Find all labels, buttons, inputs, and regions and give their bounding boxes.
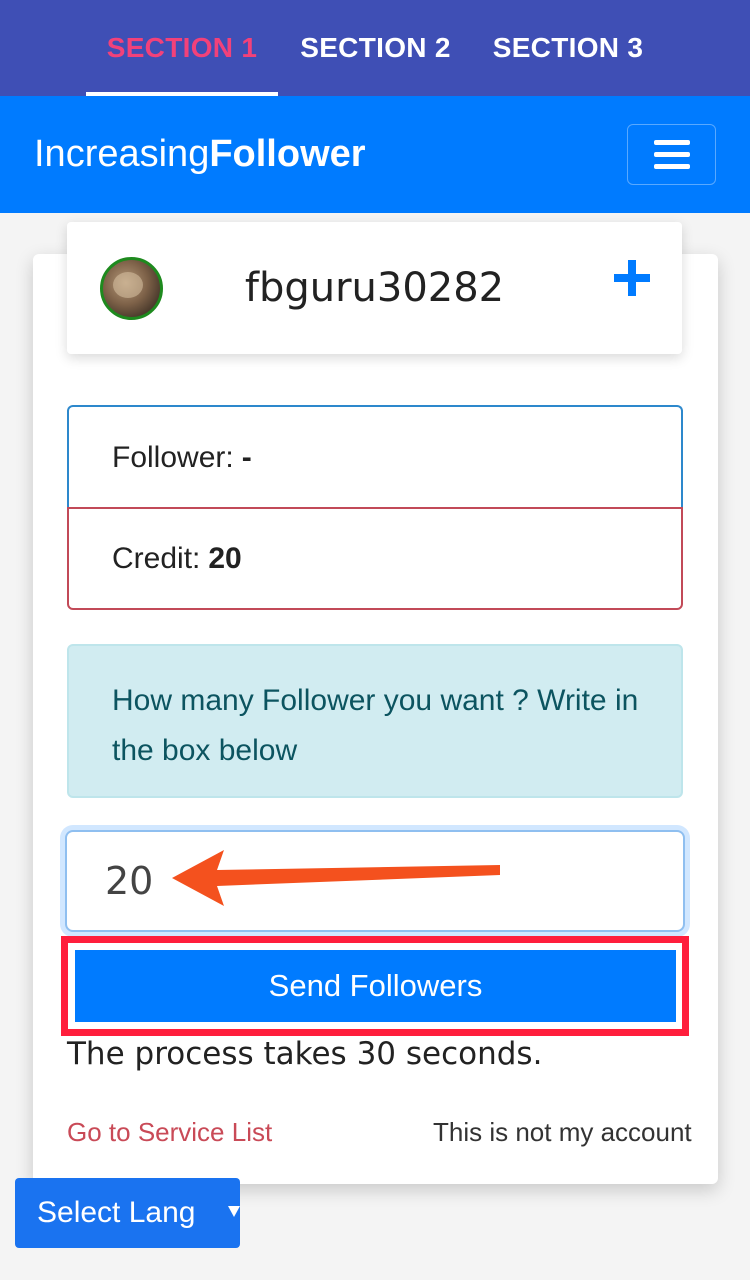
tab-section-1[interactable]: SECTION 1 [86, 0, 278, 96]
arrow-annotation-icon [172, 850, 500, 906]
tab-section-2[interactable]: SECTION 2 [283, 0, 468, 96]
caret-down-icon [228, 1206, 240, 1217]
language-select-label: Select Language [37, 1196, 197, 1229]
section-tab-bar: SECTION 1 SECTION 2 SECTION 3 [0, 0, 750, 96]
brand-bold-text: Follower [209, 133, 366, 175]
navbar: Increasing Follower [0, 96, 750, 213]
username: fbguru30282 [244, 265, 505, 311]
follower-stat: Follower: - [67, 405, 683, 508]
follower-value: - [241, 440, 252, 474]
credit-value: 20 [208, 541, 242, 575]
info-alert: How many Follower you want ? Write in th… [67, 644, 683, 798]
language-select[interactable]: Select Language [15, 1178, 240, 1248]
follower-label: Follower: [112, 440, 234, 474]
process-note: The process takes 30 seconds. [67, 1036, 543, 1072]
service-list-link[interactable]: Go to Service List [67, 1115, 272, 1149]
send-followers-button[interactable]: Send Followers [75, 950, 676, 1022]
credit-label: Credit: [112, 541, 201, 575]
hamburger-menu-button[interactable] [627, 124, 716, 185]
hamburger-icon [653, 140, 690, 145]
brand-logo[interactable]: Increasing Follower [34, 96, 366, 213]
tab-section-3[interactable]: SECTION 3 [478, 0, 658, 96]
user-profile-box: fbguru30282 [67, 222, 682, 354]
brand-regular-text: Increasing [34, 133, 210, 175]
plus-icon[interactable] [612, 258, 652, 298]
not-my-account-link[interactable]: This is not my account [433, 1115, 692, 1149]
credit-stat: Credit: 20 [67, 507, 683, 610]
